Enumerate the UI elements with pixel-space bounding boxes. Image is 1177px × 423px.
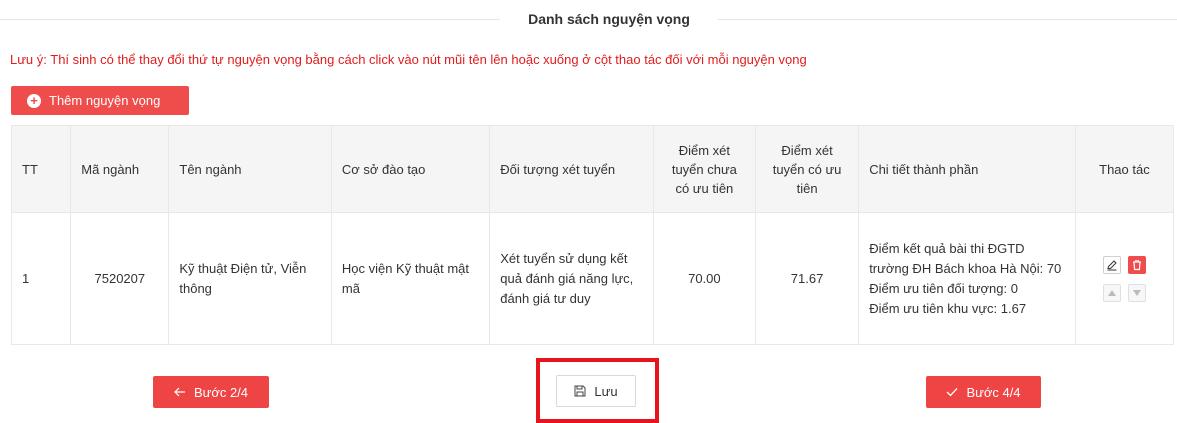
- header-ma-nganh: Mã ngành: [70, 125, 170, 213]
- table-header-row: TT Mã ngành Tên ngành Cơ sở đào tạo Đối …: [10, 125, 1175, 213]
- header-diem-chua-uu-tien: Điểm xét tuyển chưa có ưu tiên: [652, 125, 756, 213]
- header-ten-nganh: Tên ngành: [168, 125, 332, 213]
- header-doi-tuong: Đối tượng xét tuyển: [489, 125, 654, 213]
- table-row: 1 7520207 Kỹ thuật Điện tử, Viễn thông H…: [10, 212, 1175, 345]
- cell-co-so: Học viện Kỹ thuật mật mã: [330, 212, 491, 345]
- detail-line: Điểm ưu tiên đối tượng: 0: [869, 280, 1018, 296]
- cell-ma-nganh: 7520207: [70, 212, 170, 345]
- arrow-down-icon: [1132, 289, 1141, 296]
- move-up-button[interactable]: [1102, 283, 1121, 302]
- divider: [718, 19, 1177, 20]
- cell-thao-tac: [1074, 212, 1175, 345]
- header-thao-tac: Thao tác: [1074, 125, 1175, 213]
- add-preference-label: Thêm nguyện vọng: [49, 93, 161, 108]
- arrow-left-icon: [174, 387, 186, 397]
- check-icon: [946, 387, 958, 397]
- edit-button[interactable]: [1102, 255, 1121, 274]
- arrow-up-icon: [1107, 289, 1116, 296]
- next-step-button[interactable]: Bước 4/4: [926, 376, 1041, 408]
- trash-icon: [1132, 259, 1141, 270]
- header-chi-tiet: Chi tiết thành phần: [858, 125, 1076, 213]
- cell-tt: 1: [10, 212, 72, 345]
- header-tt: TT: [10, 125, 72, 213]
- header-co-so: Cơ sở đào tạo: [330, 125, 491, 213]
- save-highlight-box: [536, 358, 659, 423]
- pencil-icon: [1107, 259, 1117, 270]
- delete-button[interactable]: [1127, 255, 1146, 274]
- cell-diem-co-uu-tien: 71.67: [754, 212, 860, 345]
- row-actions: [1086, 255, 1163, 302]
- section-header: Danh sách nguyện vọng: [0, 9, 1177, 29]
- previous-step-button[interactable]: Bước 2/4: [153, 376, 269, 408]
- cell-doi-tuong: Xét tuyển sử dụng kết quả đánh giá năng …: [489, 212, 654, 345]
- previous-step-label: Bước 2/4: [193, 384, 249, 400]
- plus-circle-icon: +: [27, 93, 41, 108]
- next-step-label: Bước 4/4: [966, 384, 1021, 400]
- section-title: Danh sách nguyện vọng: [528, 11, 690, 27]
- preferences-table: TT Mã ngành Tên ngành Cơ sở đào tạo Đối …: [10, 125, 1175, 345]
- cell-ten-nganh: Kỹ thuật Điện tử, Viễn thông: [168, 212, 332, 345]
- divider: [0, 19, 500, 20]
- cell-chi-tiet: Điểm kết quả bài thi ĐGTD trường ĐH Bách…: [858, 212, 1076, 345]
- detail-line: Điểm kết quả bài thi ĐGTD trường ĐH Bách…: [869, 240, 1062, 276]
- cell-diem-chua-uu-tien: 70.00: [652, 212, 756, 345]
- header-diem-co-uu-tien: Điểm xét tuyển có ưu tiên: [754, 125, 860, 213]
- instruction-note: Lưu ý: Thí sinh có thể thay đổi thứ tự n…: [10, 52, 807, 67]
- detail-line: Điểm ưu tiên khu vực: 1.67: [869, 300, 1027, 316]
- add-preference-button[interactable]: + Thêm nguyện vọng: [11, 86, 189, 115]
- move-down-button[interactable]: [1127, 283, 1146, 302]
